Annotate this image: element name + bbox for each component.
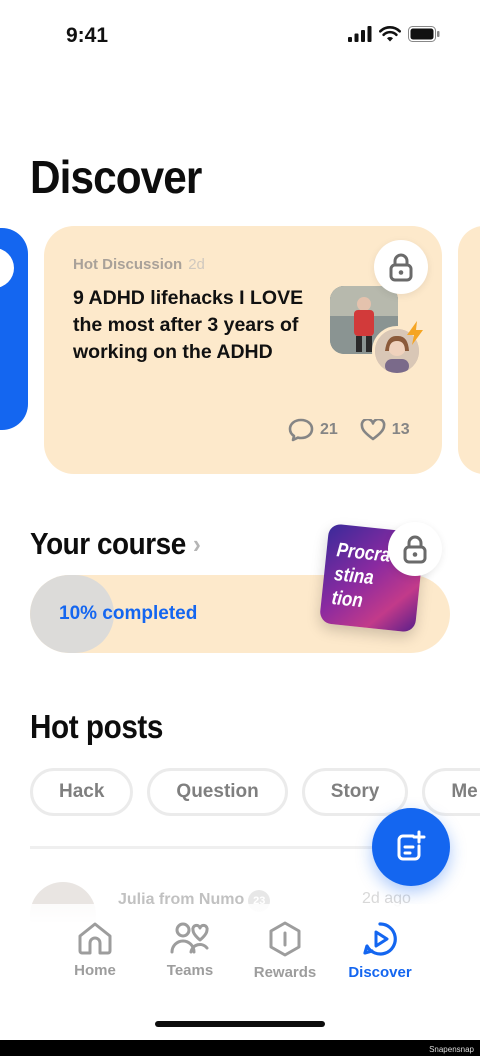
bolt-icon xyxy=(407,321,423,345)
likes-count: 13 xyxy=(391,421,410,438)
discover-icon xyxy=(363,922,397,956)
rewards-icon xyxy=(269,921,301,957)
watermark: Snapensnap xyxy=(429,1045,474,1054)
tab-discover[interactable]: Discover xyxy=(332,920,428,981)
lock-icon xyxy=(403,535,427,564)
lock-icon xyxy=(389,253,413,282)
home-icon xyxy=(78,922,112,955)
course-locked-badge xyxy=(388,522,442,576)
tab-teams-label: Teams xyxy=(166,962,214,979)
tab-rewards-label: Rewards xyxy=(253,964,317,981)
chip-hack[interactable]: Hack xyxy=(30,768,134,816)
tab-bar: Home Teams Rewards Discover xyxy=(0,904,480,1040)
wifi-icon xyxy=(379,26,401,42)
divider xyxy=(30,846,430,849)
tab-teams[interactable]: Teams xyxy=(142,920,238,979)
card-tag-label: Hot Discussion xyxy=(73,256,183,273)
comment-icon xyxy=(288,418,314,442)
chip-story[interactable]: Story xyxy=(301,768,409,816)
carousel-card-previous[interactable] xyxy=(0,228,28,430)
chip-more[interactable]: Me xyxy=(422,768,480,816)
tab-discover-label: Discover xyxy=(348,964,412,981)
course-section-title: Your course xyxy=(30,526,186,561)
tab-home-label: Home xyxy=(74,962,116,979)
page-title: Discover xyxy=(30,151,202,203)
card-tag: Hot Discussion 2d xyxy=(73,256,205,273)
battery-icon xyxy=(408,26,440,42)
status-time: 9:41 xyxy=(66,24,109,47)
locked-badge xyxy=(374,240,428,294)
chip-question[interactable]: Question xyxy=(147,768,288,816)
tab-rewards[interactable]: Rewards xyxy=(237,920,333,981)
heart-icon xyxy=(360,419,386,441)
course-progress-text: 10% completed xyxy=(59,603,198,624)
new-post-button[interactable] xyxy=(372,808,450,886)
card-title: 9 ADHD lifehacks I LOVE the most after 3… xyxy=(73,287,304,363)
card-age: 2d xyxy=(188,256,205,273)
comments-count: 21 xyxy=(320,421,338,438)
likes-stat[interactable]: 13 xyxy=(360,419,410,441)
phone-screen: 9:41 Discover Hot Discussion 2d 9 ADHD li… xyxy=(0,0,480,1040)
card-stats: 21 13 xyxy=(288,418,410,442)
chevron-right-icon: › xyxy=(192,528,201,559)
featured-discussion-card[interactable]: Hot Discussion 2d 9 ADHD lifehacks I LOVE… xyxy=(44,226,442,474)
tab-home[interactable]: Home xyxy=(47,920,143,979)
carousel-card-next[interactable] xyxy=(458,226,480,474)
teams-icon xyxy=(170,922,209,954)
home-indicator[interactable] xyxy=(155,1021,325,1027)
course-cover-text: Procra stina tion xyxy=(330,539,392,613)
your-course-link[interactable]: Your course › xyxy=(30,526,201,562)
hot-posts-title: Hot posts xyxy=(30,708,163,745)
signal-icon xyxy=(348,26,372,42)
status-icons xyxy=(348,26,440,42)
compose-icon xyxy=(397,830,426,861)
comments-stat[interactable]: 21 xyxy=(288,418,338,442)
